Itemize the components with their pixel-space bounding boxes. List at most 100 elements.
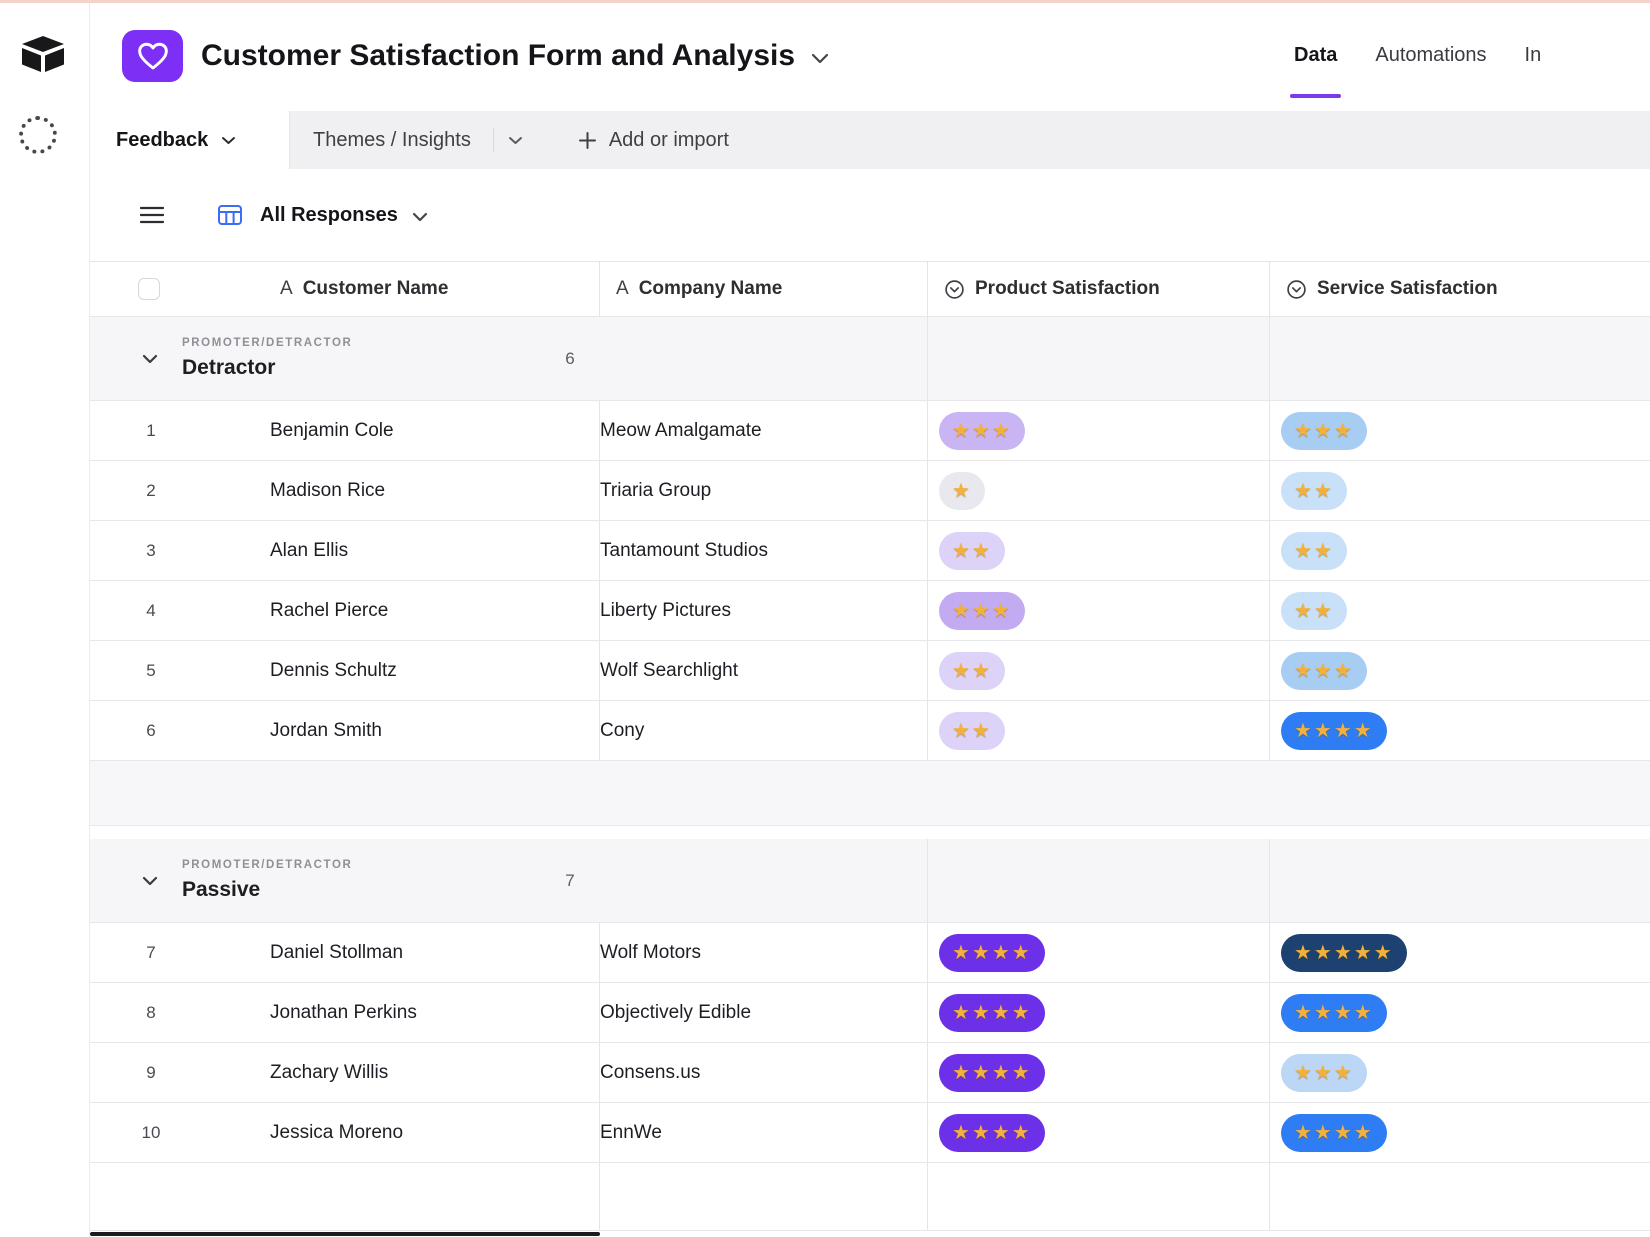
customer-name-cell: Jordan Smith [270,719,382,741]
table-row[interactable]: 1 Benjamin Cole Meow Amalgamate ★★★ ★★★ [90,401,1650,461]
service-rating-pill[interactable]: ★★★★ [1281,1113,1387,1152]
plus-icon [578,131,596,149]
service-rating-pill[interactable]: ★★ [1281,531,1347,570]
row-number: 9 [146,1062,156,1082]
text-field-icon: A [616,278,629,299]
column-label: Service Satisfaction [1317,278,1498,299]
nav-interfaces-label: Interfaces [1524,44,1541,66]
horizontal-scrollbar-thumb[interactable] [90,1232,600,1236]
group-count: 7 [565,870,575,890]
row-number: 8 [146,1002,156,1022]
table-row[interactable]: 10 Jessica Moreno EnnWe ★★★★ ★★★★ [90,1103,1650,1163]
nav-data[interactable]: Data [1290,0,1342,111]
group-name: Detractor [182,356,276,379]
service-rating-pill[interactable]: ★★★★ [1281,711,1387,750]
table-row [90,1163,1650,1231]
service-rating-pill[interactable]: ★★★ [1281,411,1367,450]
tab-themes-insights[interactable]: Themes / Insights [313,128,523,152]
company-name-cell: Liberty Pictures [600,599,731,621]
company-name-cell: Consens.us [600,1061,701,1083]
column-label: Company Name [638,278,783,299]
product-rating-pill[interactable]: ★★ [939,531,1005,570]
group-count: 6 [565,348,575,368]
app-window: Customer Satisfaction Form and Analysis … [0,0,1650,1237]
service-rating-pill[interactable]: ★★★ [1281,651,1367,690]
table-row[interactable]: 5 Dennis Schultz Wolf Searchlight ★★ ★★★ [90,641,1650,701]
group-header-row: PROMOTER/DETRACTOR Detractor 6 [90,317,1650,401]
service-rating-pill[interactable]: ★★★★★ [1281,933,1407,972]
service-rating-pill[interactable]: ★★★ [1281,1053,1367,1092]
service-rating-pill[interactable]: ★★★★ [1281,993,1387,1032]
airtable-logo-icon[interactable] [20,34,66,74]
chevron-down-icon[interactable] [508,136,523,145]
header-cell-product-satisfaction[interactable]: Product Satisfaction [928,262,1270,316]
service-rating-pill[interactable]: ★★ [1281,471,1347,510]
product-rating-pill[interactable]: ★★★ [939,591,1025,630]
product-rating-pill[interactable]: ★★ [939,651,1005,690]
column-label: Customer Name [302,278,449,299]
nav-automations[interactable]: Automations [1371,0,1490,111]
tab-feedback[interactable]: Feedback [90,111,290,169]
table-row[interactable]: 6 Jordan Smith Cony ★★ ★★★★ [90,701,1650,761]
product-rating-pill[interactable]: ★ [939,471,985,510]
table-body: PROMOTER/DETRACTOR Detractor 6 1 Benjamin Co… [90,317,1650,1231]
company-name-cell: Triaria Group [600,479,712,501]
group-field-label: PROMOTER/DETRACTOR [182,337,353,349]
heart-icon [137,42,168,69]
view-bar: All Responses [90,169,1650,261]
view-sidebar-toggle-icon[interactable] [140,206,164,224]
service-rating-pill[interactable]: ★★ [1281,591,1347,630]
product-rating-pill[interactable]: ★★★ [939,411,1025,450]
table-row[interactable]: 7 Daniel Stollman Wolf Motors ★★★★ ★★★★★ [90,923,1650,983]
product-rating-pill[interactable]: ★★★★ [939,993,1045,1032]
table-row[interactable]: 4 Rachel Pierce Liberty Pictures ★★★ ★★ [90,581,1650,641]
table-row[interactable]: 9 Zachary Willis Consens.us ★★★★ ★★★ [90,1043,1650,1103]
tab-divider [492,128,494,152]
group-collapse-icon[interactable] [142,354,158,364]
customer-name-cell: Dennis Schultz [270,659,397,681]
table-row[interactable]: 3 Alan Ellis Tantamount Studios ★★ ★★ [90,521,1650,581]
group-gap [90,826,1650,839]
header-cell-customer-name[interactable]: A Customer Name [90,262,600,316]
row-number: 7 [146,942,156,962]
group-collapse-icon[interactable] [142,876,158,886]
nav-interfaces[interactable]: Interfaces [1521,0,1541,111]
row-number: 2 [146,480,156,500]
view-switcher[interactable]: All Responses [260,204,398,227]
select-all-checkbox[interactable] [138,278,160,300]
chevron-down-icon[interactable] [811,53,829,64]
company-name-cell: Wolf Motors [600,941,702,963]
product-rating-pill[interactable]: ★★ [939,711,1005,750]
tab-themes-label: Themes / Insights [313,128,471,151]
table-row[interactable]: 2 Madison Rice Triaria Group ★ ★★ [90,461,1650,521]
company-name-cell: EnnWe [600,1121,662,1143]
product-rating-pill[interactable]: ★★★★ [939,1053,1045,1092]
table-tab-bar: Feedback Themes / Insights Add or import [90,111,1650,169]
header-cell-company-name[interactable]: A Company Name [600,262,928,316]
main-area: Customer Satisfaction Form and Analysis … [90,0,1650,1237]
base-icon[interactable] [122,29,183,82]
chevron-down-icon [222,136,236,144]
table-row[interactable]: 8 Jonathan Perkins Objectively Edible ★★★★ ★… [90,983,1650,1043]
company-name-cell: Meow Amalgamate [600,419,762,441]
product-rating-pill[interactable]: ★★★★ [939,1113,1045,1152]
group-footer [90,761,1650,826]
add-or-import-button[interactable]: Add or import [578,129,729,152]
header-cell-service-satisfaction[interactable]: Service Satisfaction [1270,262,1650,316]
chevron-down-icon[interactable] [412,212,428,222]
row-number: 3 [146,540,156,560]
company-name-cell: Tantamount Studios [600,539,768,561]
dotted-circle-icon[interactable] [19,116,57,154]
customer-name-cell: Jonathan Perkins [270,1001,417,1023]
company-name-cell: Wolf Searchlight [600,659,738,681]
row-number: 4 [146,600,156,620]
window-top-strip [0,0,1650,3]
app-header: Customer Satisfaction Form and Analysis … [90,0,1650,111]
group-header-row: PROMOTER/DETRACTOR Passive 7 [90,839,1650,923]
select-field-icon [1287,279,1306,299]
product-rating-pill[interactable]: ★★★★ [939,933,1045,972]
text-field-icon: A [280,278,293,299]
customer-name-cell: Zachary Willis [270,1061,389,1083]
header-nav: Data Automations Interfaces [1290,0,1541,111]
select-field-icon [945,279,964,299]
